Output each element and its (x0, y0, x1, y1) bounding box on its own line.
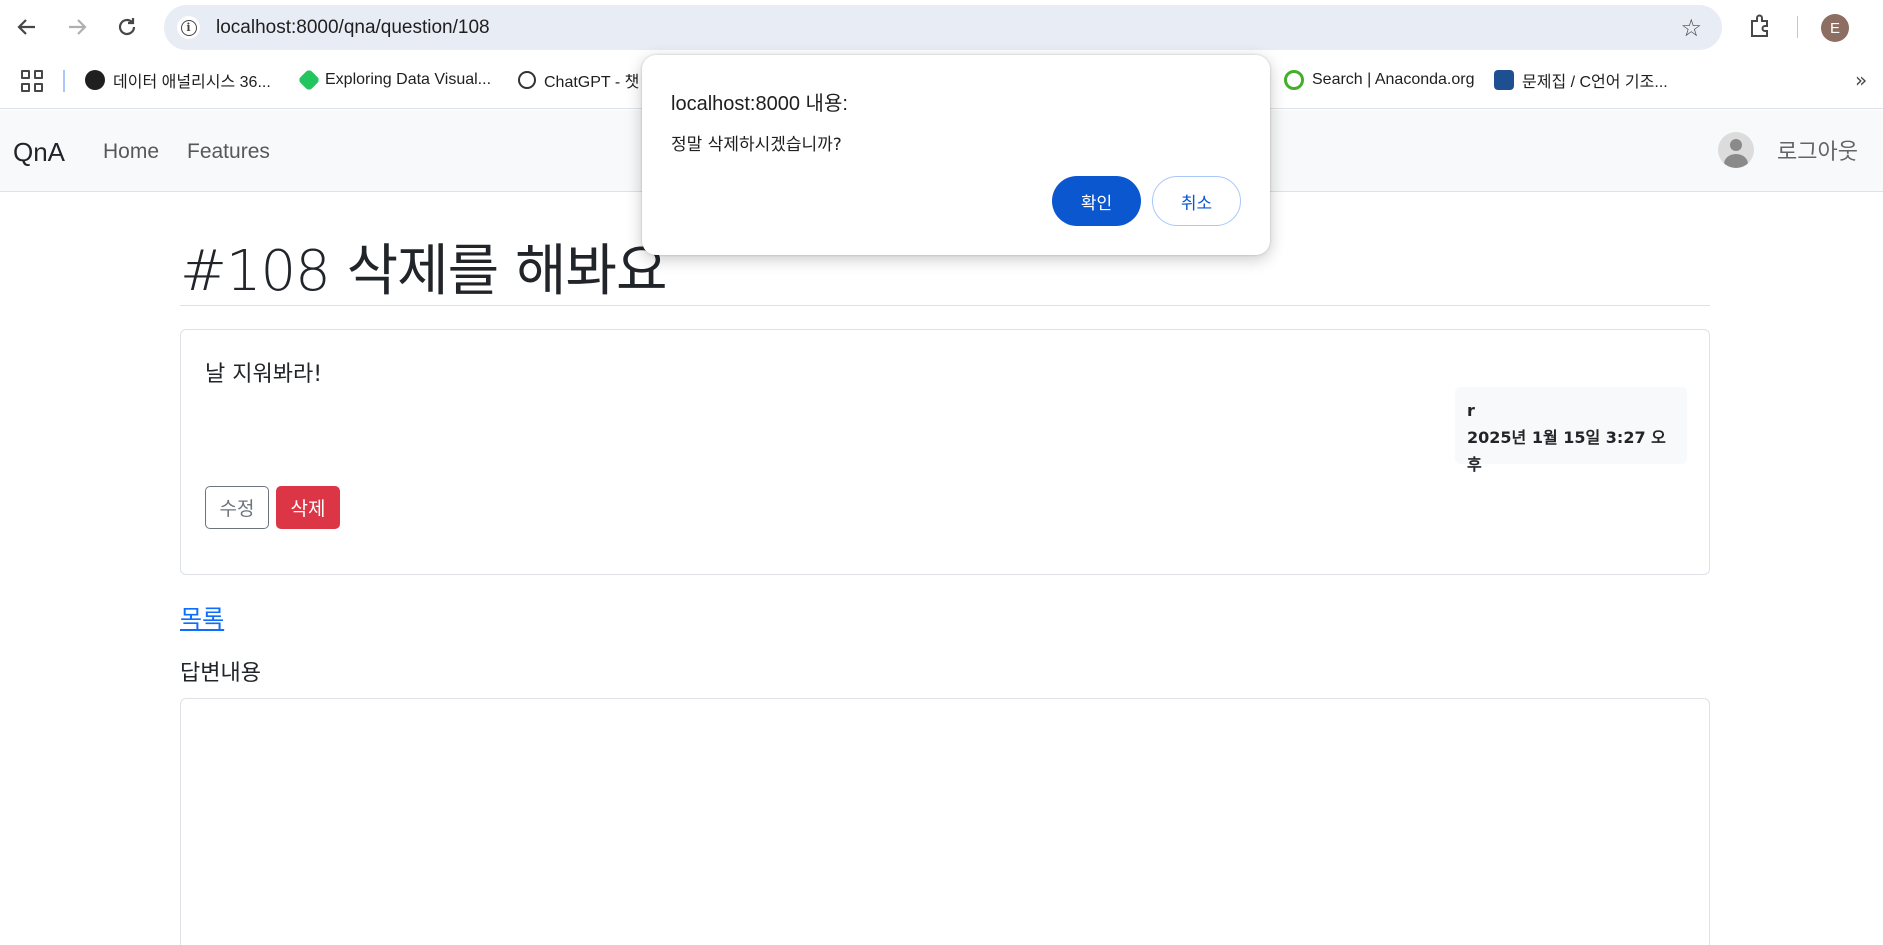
bookmark-label: 문제집 / C언어 기조... (1522, 74, 1668, 91)
bookmark-item[interactable]: 데이터 애널리시스 36... (85, 68, 271, 92)
bookmark-label: Exploring Data Visual... (325, 71, 492, 88)
more-bookmarks-icon[interactable]: » (1855, 68, 1867, 92)
nav-home[interactable]: Home (103, 140, 159, 164)
browser-toolbar: i localhost:8000/qna/question/108 ☆ E (0, 0, 1883, 54)
cancel-button[interactable]: 취소 (1152, 176, 1241, 226)
brand-link[interactable]: QnA (13, 137, 65, 168)
list-link[interactable]: 목록 (180, 599, 224, 634)
confirm-button[interactable]: 확인 (1052, 176, 1141, 226)
github-icon (85, 70, 105, 90)
answer-label: 답변내용 (180, 661, 261, 686)
bookmark-star-icon[interactable]: ☆ (1680, 14, 1702, 42)
delete-button[interactable]: 삭제 (276, 486, 340, 529)
openai-icon (518, 71, 536, 89)
question-content: 날 지워봐라! (205, 362, 323, 387)
author-name: r (1467, 401, 1475, 420)
question-title: #108 삭제를 해봐요 (180, 239, 668, 304)
anaconda-icon (1284, 70, 1304, 90)
question-meta: r 2025년 1월 15일 3:27 오후 (1455, 387, 1687, 474)
back-icon[interactable] (11, 11, 43, 43)
bookmark-item[interactable]: ChatGPT - 챗 (518, 68, 639, 92)
user-avatar-icon[interactable] (1718, 132, 1754, 168)
extensions-icon[interactable] (1746, 12, 1776, 42)
title-divider (180, 305, 1710, 306)
apps-grid-icon[interactable] (21, 70, 43, 92)
datacamp-icon (297, 68, 321, 92)
confirm-dialog: localhost:8000 내용: 정말 삭제하시겠습니까? 확인 취소 (642, 55, 1270, 255)
answer-textarea[interactable] (180, 698, 1710, 945)
created-date: 2025년 1월 15일 3:27 오후 (1467, 428, 1666, 474)
url-text[interactable]: localhost:8000/qna/question/108 (216, 17, 490, 39)
bookmarks-divider (63, 70, 65, 92)
question-card: 날 지워봐라! r 2025년 1월 15일 3:27 오후 수정 삭제 (180, 329, 1710, 575)
site-info-icon[interactable]: i (177, 16, 200, 39)
bookmark-label: 데이터 애널리시스 36... (113, 74, 271, 91)
bookmark-item[interactable]: 문제집 / C언어 기조... (1494, 68, 1668, 92)
bookmark-item[interactable]: Exploring Data Visual... (297, 68, 492, 92)
dialog-message: 정말 삭제하시겠습니까? (671, 135, 842, 155)
codeup-icon (1494, 70, 1514, 90)
bookmark-label: Search | Anaconda.org (1312, 71, 1475, 88)
forward-icon[interactable] (61, 11, 93, 43)
logout-link[interactable]: 로그아웃 (1777, 134, 1858, 166)
bookmark-item[interactable]: Search | Anaconda.org (1284, 68, 1475, 92)
reload-icon[interactable] (111, 11, 143, 43)
address-bar[interactable]: i localhost:8000/qna/question/108 ☆ (164, 5, 1722, 50)
toolbar-divider (1797, 16, 1798, 38)
bookmark-label: ChatGPT - 챗 (544, 74, 640, 91)
nav-features[interactable]: Features (187, 140, 270, 164)
profile-avatar[interactable]: E (1821, 14, 1849, 42)
edit-button[interactable]: 수정 (205, 486, 269, 529)
dialog-title: localhost:8000 내용: (671, 93, 848, 115)
